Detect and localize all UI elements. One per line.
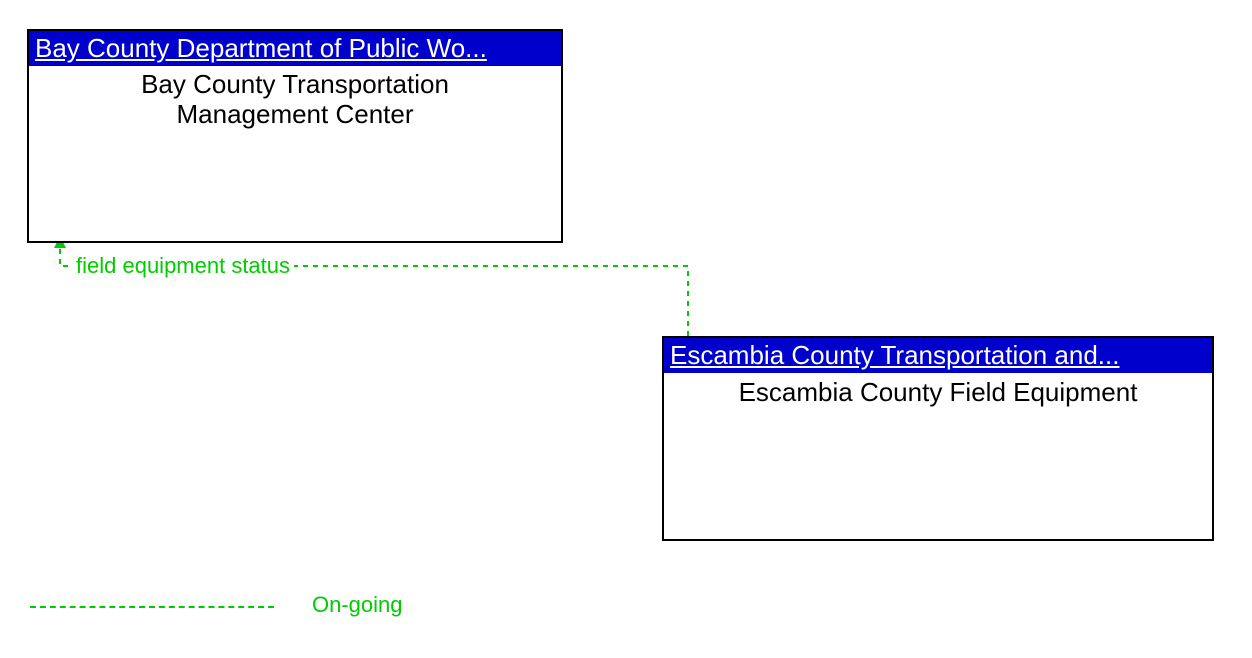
box1-body-line2: Management Center bbox=[39, 100, 551, 130]
flow-label-field-equipment-status: field equipment status bbox=[72, 253, 294, 279]
box-bay-county-tmc: Bay County Department of Public Wo... Ba… bbox=[27, 29, 563, 243]
box2-header: Escambia County Transportation and... bbox=[664, 338, 1212, 373]
box1-body-line1: Bay County Transportation bbox=[39, 70, 551, 100]
legend-label-ongoing: On-going bbox=[312, 592, 403, 618]
box1-body: Bay County Transportation Management Cen… bbox=[29, 66, 561, 134]
box-escambia-field-equipment: Escambia County Transportation and... Es… bbox=[662, 336, 1214, 541]
legend-line-ongoing bbox=[30, 606, 274, 608]
box2-body: Escambia County Field Equipment bbox=[664, 373, 1212, 412]
box1-header: Bay County Department of Public Wo... bbox=[29, 31, 561, 66]
